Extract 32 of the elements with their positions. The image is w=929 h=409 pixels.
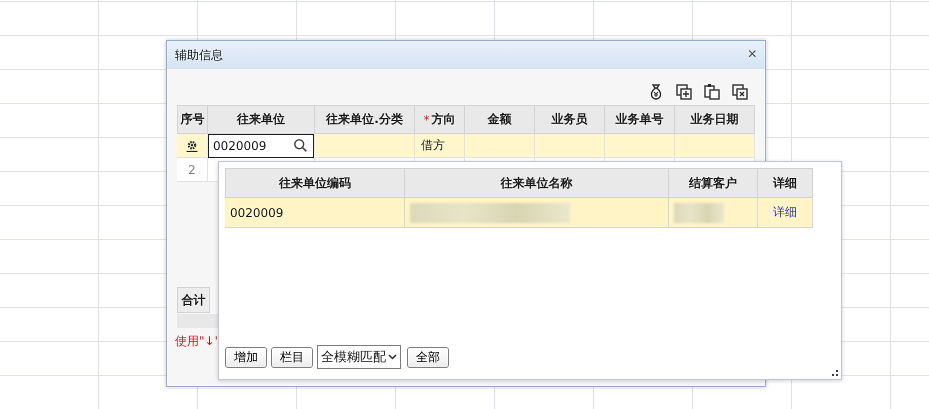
chevron-icon <box>388 354 397 360</box>
search-icon[interactable] <box>293 138 309 154</box>
column-header: 往来单位.分类 <box>315 105 415 134</box>
detail-link[interactable]: 详细 <box>773 204 797 221</box>
column-header: 往来单位编码 <box>225 168 405 198</box>
row-number: 2 <box>177 158 208 182</box>
column-header: 往来单位名称 <box>405 168 669 198</box>
match-mode-select[interactable]: 全模糊匹配 <box>317 345 401 369</box>
gear-icon[interactable] <box>185 138 199 152</box>
column-header: 业务员 <box>535 105 605 134</box>
column-header: 金额 <box>465 105 535 134</box>
all-button[interactable]: 全部 <box>407 346 449 368</box>
total-label: 合计 <box>177 287 210 313</box>
dialog-title: 辅助信息 <box>175 46 223 64</box>
add-row-icon[interactable] <box>675 83 693 101</box>
close-button[interactable]: × <box>748 46 757 64</box>
column-header: 业务单号 <box>605 105 675 134</box>
column-header: 结算客户 <box>669 168 758 198</box>
delete-row-icon[interactable] <box>731 83 749 101</box>
column-header: 业务日期 <box>675 105 755 134</box>
resize-grip-icon[interactable] <box>832 370 838 376</box>
copy-icon[interactable] <box>703 83 721 101</box>
table-cell: 0020009 <box>225 198 405 228</box>
column-header: 往来单位 <box>208 105 315 134</box>
footer-button[interactable]: 栏目 <box>271 346 313 368</box>
footer-button[interactable]: 增加 <box>225 346 267 368</box>
header-label: 方向 <box>432 111 456 128</box>
table-cell: 借方 <box>415 134 465 158</box>
column-header: 详细 <box>758 168 813 198</box>
column-header: 序号 <box>177 105 208 134</box>
required-mark: * <box>424 112 430 126</box>
unit-input-field[interactable]: 0020009 <box>208 134 314 158</box>
